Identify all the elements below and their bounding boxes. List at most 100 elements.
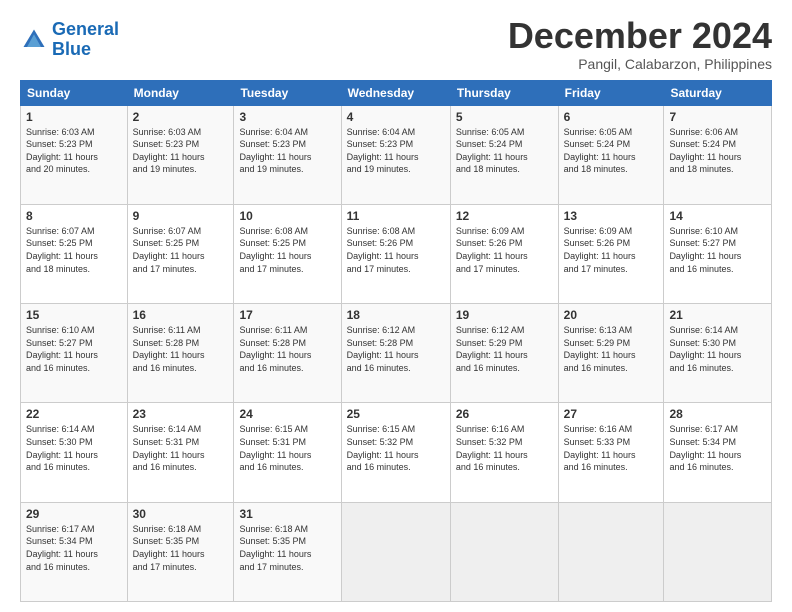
- day-number: 11: [347, 209, 445, 223]
- calendar-header-row: SundayMondayTuesdayWednesdayThursdayFrid…: [21, 80, 772, 105]
- calendar-cell: 30 Sunrise: 6:18 AM Sunset: 5:35 PM Dayli…: [127, 502, 234, 601]
- calendar-cell: 1 Sunrise: 6:03 AM Sunset: 5:23 PM Daylig…: [21, 105, 128, 204]
- day-info: Sunrise: 6:10 AM Sunset: 5:27 PM Dayligh…: [669, 225, 766, 275]
- day-number: 25: [347, 407, 445, 421]
- col-header-monday: Monday: [127, 80, 234, 105]
- day-info: Sunrise: 6:03 AM Sunset: 5:23 PM Dayligh…: [26, 126, 122, 176]
- day-number: 29: [26, 507, 122, 521]
- day-info: Sunrise: 6:14 AM Sunset: 5:30 PM Dayligh…: [26, 423, 122, 473]
- week-row-1: 1 Sunrise: 6:03 AM Sunset: 5:23 PM Daylig…: [21, 105, 772, 204]
- calendar-cell: 7 Sunrise: 6:06 AM Sunset: 5:24 PM Daylig…: [664, 105, 772, 204]
- calendar-cell: 4 Sunrise: 6:04 AM Sunset: 5:23 PM Daylig…: [341, 105, 450, 204]
- col-header-sunday: Sunday: [21, 80, 128, 105]
- week-row-2: 8 Sunrise: 6:07 AM Sunset: 5:25 PM Daylig…: [21, 204, 772, 303]
- calendar-cell: 9Sunrise: 6:07 AM Sunset: 5:25 PM Daylig…: [127, 204, 234, 303]
- calendar-cell: 25 Sunrise: 6:15 AM Sunset: 5:32 PM Dayli…: [341, 403, 450, 502]
- day-info: Sunrise: 6:08 AM Sunset: 5:26 PM Dayligh…: [347, 225, 445, 275]
- col-header-friday: Friday: [558, 80, 664, 105]
- day-number: 27: [564, 407, 659, 421]
- calendar-cell: 15 Sunrise: 6:10 AM Sunset: 5:27 PM Dayli…: [21, 304, 128, 403]
- day-info: Sunrise: 6:18 AM Sunset: 5:35 PM Dayligh…: [133, 523, 229, 573]
- logo-line2: Blue: [52, 39, 91, 59]
- day-info: Sunrise: 6:11 AM Sunset: 5:28 PM Dayligh…: [239, 324, 335, 374]
- logo-line1: General: [52, 19, 119, 39]
- calendar-cell: 2 Sunrise: 6:03 AM Sunset: 5:23 PM Daylig…: [127, 105, 234, 204]
- col-header-tuesday: Tuesday: [234, 80, 341, 105]
- day-info: Sunrise: 6:14 AM Sunset: 5:30 PM Dayligh…: [669, 324, 766, 374]
- calendar-cell: 6Sunrise: 6:05 AM Sunset: 5:24 PM Daylig…: [558, 105, 664, 204]
- day-info: Sunrise: 6:16 AM Sunset: 5:33 PM Dayligh…: [564, 423, 659, 473]
- day-number: 22: [26, 407, 122, 421]
- day-number: 3: [239, 110, 335, 124]
- day-info: Sunrise: 6:08 AM Sunset: 5:25 PM Dayligh…: [239, 225, 335, 275]
- day-number: 10: [239, 209, 335, 223]
- day-number: 12: [456, 209, 553, 223]
- calendar-cell: 28 Sunrise: 6:17 AM Sunset: 5:34 PM Dayli…: [664, 403, 772, 502]
- col-header-thursday: Thursday: [450, 80, 558, 105]
- day-number: 16: [133, 308, 229, 322]
- day-number: 7: [669, 110, 766, 124]
- logo-icon: [20, 26, 48, 54]
- week-row-3: 15 Sunrise: 6:10 AM Sunset: 5:27 PM Dayli…: [21, 304, 772, 403]
- calendar-cell: 5Sunrise: 6:05 AM Sunset: 5:24 PM Daylig…: [450, 105, 558, 204]
- day-info: Sunrise: 6:17 AM Sunset: 5:34 PM Dayligh…: [26, 523, 122, 573]
- day-number: 1: [26, 110, 122, 124]
- day-info: Sunrise: 6:15 AM Sunset: 5:31 PM Dayligh…: [239, 423, 335, 473]
- day-number: 19: [456, 308, 553, 322]
- day-info: Sunrise: 6:14 AM Sunset: 5:31 PM Dayligh…: [133, 423, 229, 473]
- day-info: Sunrise: 6:04 AM Sunset: 5:23 PM Dayligh…: [239, 126, 335, 176]
- day-number: 9: [133, 209, 229, 223]
- calendar-cell: 27 Sunrise: 6:16 AM Sunset: 5:33 PM Dayli…: [558, 403, 664, 502]
- calendar-cell: 31Sunrise: 6:18 AM Sunset: 5:35 PM Dayli…: [234, 502, 341, 601]
- day-info: Sunrise: 6:06 AM Sunset: 5:24 PM Dayligh…: [669, 126, 766, 176]
- calendar-cell: [558, 502, 664, 601]
- calendar-cell: [664, 502, 772, 601]
- day-info: Sunrise: 6:16 AM Sunset: 5:32 PM Dayligh…: [456, 423, 553, 473]
- calendar-cell: 8 Sunrise: 6:07 AM Sunset: 5:25 PM Daylig…: [21, 204, 128, 303]
- calendar-cell: 12Sunrise: 6:09 AM Sunset: 5:26 PM Dayli…: [450, 204, 558, 303]
- day-number: 15: [26, 308, 122, 322]
- day-number: 4: [347, 110, 445, 124]
- day-number: 28: [669, 407, 766, 421]
- month-title: December 2024: [508, 16, 772, 56]
- day-number: 8: [26, 209, 122, 223]
- calendar-cell: 23 Sunrise: 6:14 AM Sunset: 5:31 PM Dayli…: [127, 403, 234, 502]
- day-info: Sunrise: 6:04 AM Sunset: 5:23 PM Dayligh…: [347, 126, 445, 176]
- header: General Blue December 2024 Pangil, Calab…: [20, 16, 772, 72]
- week-row-5: 29 Sunrise: 6:17 AM Sunset: 5:34 PM Dayli…: [21, 502, 772, 601]
- calendar-cell: 21 Sunrise: 6:14 AM Sunset: 5:30 PM Dayli…: [664, 304, 772, 403]
- day-number: 21: [669, 308, 766, 322]
- calendar-cell: 17 Sunrise: 6:11 AM Sunset: 5:28 PM Dayli…: [234, 304, 341, 403]
- calendar-cell: 24Sunrise: 6:15 AM Sunset: 5:31 PM Dayli…: [234, 403, 341, 502]
- day-number: 30: [133, 507, 229, 521]
- calendar-cell: 11 Sunrise: 6:08 AM Sunset: 5:26 PM Dayli…: [341, 204, 450, 303]
- day-info: Sunrise: 6:05 AM Sunset: 5:24 PM Dayligh…: [564, 126, 659, 176]
- day-info: Sunrise: 6:03 AM Sunset: 5:23 PM Dayligh…: [133, 126, 229, 176]
- day-info: Sunrise: 6:05 AM Sunset: 5:24 PM Dayligh…: [456, 126, 553, 176]
- logo: General Blue: [20, 20, 119, 60]
- logo-text: General Blue: [52, 20, 119, 60]
- title-block: December 2024 Pangil, Calabarzon, Philip…: [508, 16, 772, 72]
- day-number: 2: [133, 110, 229, 124]
- calendar-cell: 16Sunrise: 6:11 AM Sunset: 5:28 PM Dayli…: [127, 304, 234, 403]
- col-header-wednesday: Wednesday: [341, 80, 450, 105]
- day-number: 17: [239, 308, 335, 322]
- calendar-cell: 29 Sunrise: 6:17 AM Sunset: 5:34 PM Dayli…: [21, 502, 128, 601]
- day-info: Sunrise: 6:07 AM Sunset: 5:25 PM Dayligh…: [26, 225, 122, 275]
- day-number: 23: [133, 407, 229, 421]
- day-number: 18: [347, 308, 445, 322]
- day-info: Sunrise: 6:10 AM Sunset: 5:27 PM Dayligh…: [26, 324, 122, 374]
- calendar-cell: 20Sunrise: 6:13 AM Sunset: 5:29 PM Dayli…: [558, 304, 664, 403]
- day-info: Sunrise: 6:12 AM Sunset: 5:29 PM Dayligh…: [456, 324, 553, 374]
- calendar-cell: 13Sunrise: 6:09 AM Sunset: 5:26 PM Dayli…: [558, 204, 664, 303]
- calendar-cell: 22 Sunrise: 6:14 AM Sunset: 5:30 PM Dayli…: [21, 403, 128, 502]
- day-number: 13: [564, 209, 659, 223]
- day-info: Sunrise: 6:12 AM Sunset: 5:28 PM Dayligh…: [347, 324, 445, 374]
- week-row-4: 22 Sunrise: 6:14 AM Sunset: 5:30 PM Dayli…: [21, 403, 772, 502]
- day-info: Sunrise: 6:15 AM Sunset: 5:32 PM Dayligh…: [347, 423, 445, 473]
- day-info: Sunrise: 6:17 AM Sunset: 5:34 PM Dayligh…: [669, 423, 766, 473]
- day-number: 26: [456, 407, 553, 421]
- day-number: 20: [564, 308, 659, 322]
- calendar-cell: 18 Sunrise: 6:12 AM Sunset: 5:28 PM Dayli…: [341, 304, 450, 403]
- calendar-cell: 19 Sunrise: 6:12 AM Sunset: 5:29 PM Dayli…: [450, 304, 558, 403]
